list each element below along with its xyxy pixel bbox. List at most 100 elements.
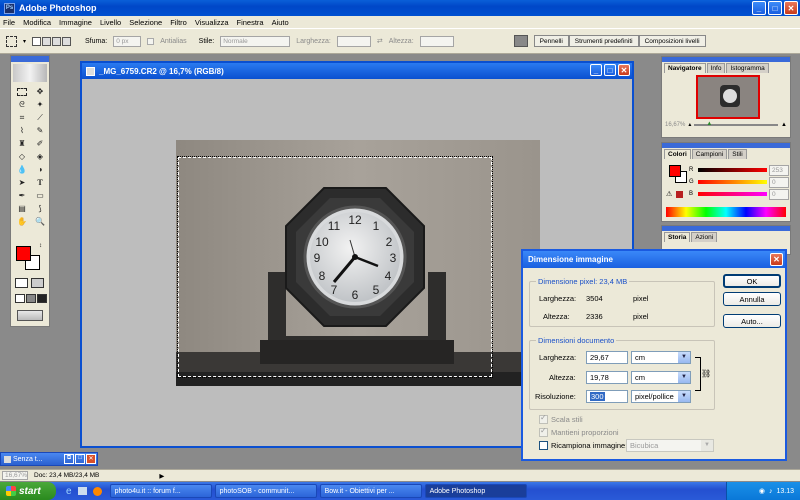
tab-azioni[interactable]: Azioni [691,232,718,242]
channel-b-slider[interactable] [698,192,767,196]
navigator-thumbnail[interactable] [696,75,760,119]
tab-stili[interactable]: Stili [728,149,747,159]
doc-height-unit-select[interactable]: cm ▼ [631,371,691,384]
taskbar-item-photosob[interactable]: photoSOB - communit... [214,484,317,498]
close-button[interactable]: ✕ [784,1,798,15]
channel-r-value[interactable]: 253 [769,164,789,176]
dodge-tool-icon[interactable]: ◑ [32,164,48,175]
quick-mask-icons[interactable] [15,278,44,288]
pen-tool-icon[interactable]: ✒ [14,190,30,201]
altezza-input[interactable] [419,35,454,47]
menu-livello[interactable]: Livello [100,18,121,27]
scala-stili-checkbox[interactable] [539,413,548,424]
blur-tool-icon[interactable]: 💧 [14,164,30,175]
zoom-in-icon[interactable]: ▲ [781,122,787,128]
channel-g-value[interactable]: 0 [769,176,789,188]
doc-close-button[interactable]: ✕ [618,64,630,76]
taskbar-item-bow[interactable]: Bow.it - Obiettivi per ... [319,484,422,498]
ie-icon[interactable]: e [66,486,72,497]
cancel-button[interactable]: Annulla [723,292,781,306]
zoom-out-icon[interactable]: ▴ [688,121,691,128]
paint-bucket-icon[interactable]: ◈ [32,151,48,162]
minimized-document[interactable]: Senza t... ⧉ □ ✕ [0,452,98,466]
resolution-unit-select[interactable]: pixel/pollice ▼ [631,390,691,403]
chevron-down-icon[interactable]: ▼ [678,352,690,363]
tab-strumenti-predefiniti[interactable]: Strumenti predefiniti [568,35,639,47]
swap-colors-icon[interactable]: ↕ [39,243,42,249]
tab-composizioni-livelli[interactable]: Composizioni livelli [638,35,706,47]
ok-button[interactable]: OK [723,274,781,288]
minimize-button[interactable]: _ [752,1,766,15]
larghezza-input[interactable] [336,35,371,47]
history-brush-icon[interactable]: ✐ [32,138,48,149]
ricampiona-method-select[interactable]: Bicubica ▼ [626,439,714,452]
tray-network-icon[interactable]: ◉ [759,487,765,495]
chevron-down-icon[interactable]: ▼ [701,440,713,451]
menu-filtro[interactable]: Filtro [170,18,187,27]
doc-height-input[interactable]: 19,78 [586,371,628,384]
palette-well-icon[interactable] [513,35,528,47]
status-menu-arrow-icon[interactable]: ▶ [159,472,164,480]
marquee-tool-icon[interactable] [14,86,30,97]
menu-modifica[interactable]: Modifica [23,18,51,27]
tab-campioni[interactable]: Campioni [691,149,728,159]
dialog-close-button[interactable]: ✕ [770,253,783,266]
taskbar-item-photo4u[interactable]: photo4u.it :: forum f... [109,484,212,498]
palette-fg-swatch[interactable] [669,165,681,177]
antialias-checkbox[interactable] [147,37,155,45]
tab-info[interactable]: Info [706,63,726,73]
clone-stamp-icon[interactable]: ♜ [14,138,30,149]
slice-tool-icon[interactable]: ⟋ [32,112,48,123]
marquee-tool-preset-icon[interactable] [6,35,17,47]
image-canvas[interactable]: 12 1 2 3 4 5 6 7 8 9 10 11 [176,140,540,386]
zoom-tool-icon[interactable]: 🔍 [32,216,48,227]
stile-select[interactable]: Normale [220,35,291,47]
sfuma-input[interactable]: 0 px [113,35,142,47]
maximize-icon[interactable]: □ [75,454,85,464]
imageready-icon[interactable] [17,310,43,321]
type-tool-icon[interactable]: T [32,177,48,188]
chevron-down-icon[interactable]: ▾ [23,38,26,45]
dialog-title-bar[interactable]: Dimensione immagine ✕ [523,251,785,268]
menu-immagine[interactable]: Immagine [59,18,92,27]
menu-finestra[interactable]: Finestra [237,18,264,27]
lasso-tool-icon[interactable]: ᘓ [14,99,30,110]
shape-tool-icon[interactable]: ▭ [32,190,48,201]
firefox-icon[interactable] [92,486,102,496]
move-tool-icon[interactable]: ✥ [32,86,48,97]
tab-storia[interactable]: Storia [664,232,691,242]
healing-brush-icon[interactable]: ⌇ [14,125,30,136]
channel-g-slider[interactable] [698,180,767,184]
brush-tool-icon[interactable]: ✎ [32,125,48,136]
taskbar-item-photoshop[interactable]: Adobe Photoshop [424,484,527,498]
crop-tool-icon[interactable]: ⌗ [14,112,30,123]
chevron-down-icon[interactable]: ▼ [678,372,690,383]
toolbox-header[interactable] [11,56,49,62]
selection-mode-icons[interactable] [32,36,72,46]
mantieni-proporzioni-checkbox[interactable] [539,426,548,437]
maximize-button[interactable]: □ [768,1,782,15]
path-select-icon[interactable]: ➤ [14,177,30,188]
channel-b-value[interactable]: 0 [769,188,789,200]
doc-maximize-button[interactable]: □ [604,64,616,76]
swap-icon[interactable]: ⇄ [377,37,383,45]
doc-minimize-button[interactable]: _ [590,64,602,76]
chevron-down-icon[interactable]: ▼ [678,391,690,402]
start-button[interactable]: start [0,482,56,500]
eyedropper-icon[interactable]: ⟆ [32,203,48,214]
channel-r-slider[interactable] [698,168,767,172]
color-ramp[interactable] [666,207,786,217]
ricampiona-checkbox[interactable] [539,441,548,450]
menu-file[interactable]: File [3,18,15,27]
tab-colori[interactable]: Colori [664,149,691,159]
screen-mode-icons[interactable] [15,294,47,303]
menu-aiuto[interactable]: Aiuto [272,18,289,27]
status-zoom[interactable]: 16,67% [2,471,28,480]
eraser-tool-icon[interactable]: ◇ [14,151,30,162]
gamut-swatch[interactable] [676,191,683,198]
close-icon[interactable]: ✕ [86,454,96,464]
zoom-slider[interactable]: ▲ [694,121,779,127]
tab-istogramma[interactable]: Istogramma [726,63,769,73]
resolution-input[interactable]: 300 [586,390,628,403]
doc-width-unit-select[interactable]: cm ▼ [631,351,691,364]
